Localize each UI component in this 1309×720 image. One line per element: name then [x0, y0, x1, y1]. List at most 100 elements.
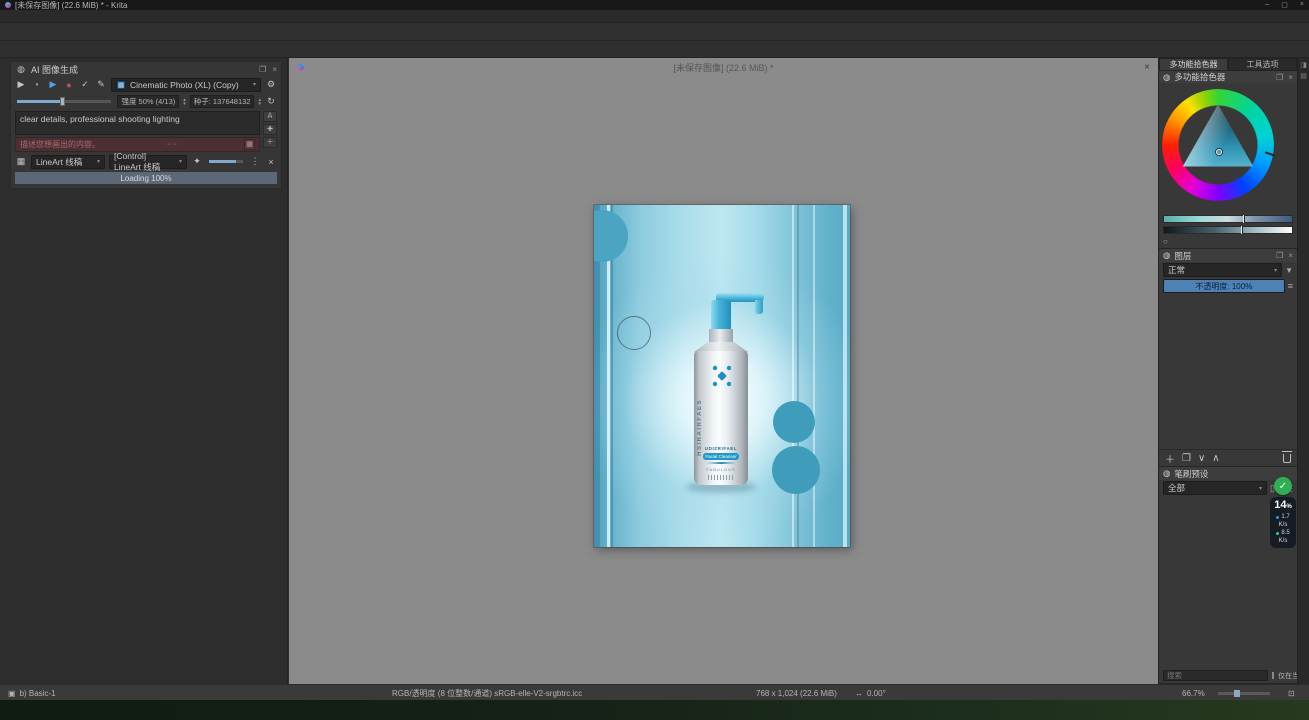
brush-search-input[interactable] — [1163, 670, 1268, 681]
current-brush-name: b) Basic-1 — [20, 689, 56, 698]
control-menu-icon[interactable]: ⋮ — [249, 156, 261, 167]
strength-spin[interactable]: ▴▾ — [183, 98, 186, 106]
strength-slider[interactable] — [17, 100, 111, 103]
close-icon[interactable]: × — [1300, 1, 1304, 9]
brush-docker-title: 笔刷预设 — [1174, 468, 1208, 480]
bottle-pump-spout — [755, 300, 763, 314]
product-bottle: HSIRAIRFAES UDIZRIFAEL Facial Cleanser F… — [594, 205, 850, 547]
lightness-gradient-slider[interactable] — [1163, 226, 1293, 234]
brush-tag-filter-combo[interactable]: 全部▾ — [1163, 481, 1267, 495]
add-layer-button[interactable]: ＋ — [1165, 451, 1175, 466]
add-control-layer-button[interactable]: ＋ — [263, 137, 277, 148]
zoom-level: 66.7% — [1182, 685, 1205, 701]
docker-edge-strip: ◨ ▤ — [1297, 58, 1309, 684]
bottle-neck — [709, 329, 733, 344]
document-tab-title: [未保存图像] (22.6 MiB) * — [289, 61, 1158, 74]
generate-menu-icon[interactable]: ▾ — [31, 82, 43, 88]
color-settings-icon[interactable]: ○ — [1159, 237, 1297, 248]
float-docker-icon[interactable]: ❐ — [1276, 251, 1283, 260]
krita-window: [未保存图像] (22.6 MiB) * - Krita – ▢ × ◍ AI … — [0, 0, 1309, 720]
canvas-angle: 0.00° — [867, 689, 886, 698]
apply-button[interactable]: ✓ — [79, 79, 91, 90]
layer-blend-mode-combo[interactable]: 正常▾ — [1163, 263, 1282, 277]
canvas-image[interactable]: HSIRAIRFAES UDIZRIFAEL Facial Cleanser F… — [594, 205, 850, 547]
layers-toolbar: ＋ ❐ ∨ ∧ — [1159, 449, 1297, 466]
ai-image-generation-docker: ◍ AI 图像生成 ❐ × ▶ ▾ ▶ ● ✓ ✎ ▦ Cinematic Ph… — [10, 61, 282, 189]
window-title: [未保存图像] (22.6 MiB) * - Krita — [15, 0, 127, 11]
menu-bar — [0, 10, 1309, 23]
strength-field[interactable]: 强度 50% (4/13) — [117, 95, 179, 108]
add-prompt-button[interactable]: ✚ — [263, 124, 277, 135]
translate-prompt-button[interactable]: Ａ — [263, 111, 277, 122]
upload-dot-icon — [1276, 516, 1279, 519]
layers-docker: ◍ 图层 ❐ × 正常▾ ▼ 不透明度: 100% — [1159, 249, 1297, 467]
layer-opacity-slider[interactable]: 不透明度: 100% — [1163, 279, 1285, 293]
negative-options-button[interactable]: ▦ — [244, 139, 255, 150]
tab-advanced-color-selector[interactable]: 多功能拾色器 — [1159, 58, 1228, 71]
docker-toggle-icon[interactable]: ◨ — [1300, 61, 1307, 69]
remove-control-icon[interactable]: × — [265, 157, 277, 167]
toolbox — [0, 41, 1309, 58]
move-layer-up-button[interactable]: ∧ — [1212, 453, 1219, 464]
ai-docker-icon: ◍ — [15, 64, 27, 75]
bottle-tagline: FABULOUS — [694, 467, 748, 472]
close-docker-icon[interactable]: × — [1288, 251, 1293, 260]
bottle-pump-cap — [711, 300, 731, 330]
upload-unit: K/s — [1279, 521, 1288, 529]
color-gradient-slider[interactable] — [1163, 215, 1293, 223]
canvas-only-mode-icon[interactable]: ⊡ — [1288, 685, 1295, 701]
security-shield-icon[interactable]: ✓ — [1274, 477, 1292, 495]
seed-spin[interactable]: ▴▾ — [258, 98, 261, 106]
record-button[interactable]: ● — [63, 80, 75, 90]
generate-button[interactable]: ▶ — [15, 79, 27, 90]
prompt-input[interactable]: clear details, professional shooting lig… — [15, 111, 260, 135]
bottle-fineprint — [708, 475, 734, 480]
window-titlebar: [未保存图像] (22.6 MiB) * - Krita – ▢ × — [0, 0, 1309, 10]
style-thumb-icon: ▦ — [116, 80, 126, 90]
control-type-combo[interactable]: LineArt 线稿▾ — [31, 155, 105, 169]
layer-options-menu-icon[interactable]: ≡ — [1288, 281, 1293, 291]
delete-layer-button[interactable] — [1283, 454, 1291, 463]
close-docker-icon[interactable]: × — [272, 65, 277, 74]
bottle-dots-logo — [710, 363, 734, 389]
style-combo[interactable]: ▦ Cinematic Photo (XL) (Copy) ▾ — [111, 78, 261, 92]
status-doc-icon: ▣ — [8, 689, 16, 698]
live-preview-button[interactable]: ▶ — [47, 79, 59, 90]
close-docker-icon[interactable]: × — [1288, 73, 1293, 82]
canvas-area[interactable]: [未保存图像] (22.6 MiB) * × HSIR — [289, 58, 1158, 684]
refine-button[interactable]: ✎ — [95, 79, 107, 90]
control-strength-icon: ✦ — [191, 156, 203, 167]
color-selector-handle[interactable] — [1216, 149, 1222, 155]
bottle-body: HSIRAIRFAES UDIZRIFAEL Facial Cleanser F… — [694, 351, 748, 485]
control-strength-slider[interactable] — [209, 160, 243, 163]
maximize-icon[interactable]: ▢ — [1281, 1, 1288, 9]
system-monitor-widget[interactable]: ✓ 14% 1.7 K/s 8.5 K/s — [1269, 477, 1297, 548]
docker-list-icon[interactable]: ▤ — [1300, 72, 1307, 80]
tab-tool-options[interactable]: 工具选项 — [1228, 58, 1297, 71]
bottle-subtitle: Facial Cleanser — [703, 453, 739, 460]
document-titlebar[interactable]: [未保存图像] (22.6 MiB) * × — [289, 58, 1158, 77]
move-layer-down-button[interactable]: ∨ — [1198, 453, 1205, 464]
randomize-seed-icon[interactable]: ↻ — [265, 96, 277, 107]
left-docker-area: ◍ AI 图像生成 ❐ × ▶ ▾ ▶ ● ✓ ✎ ▦ Cinematic Ph… — [0, 58, 288, 684]
float-docker-icon[interactable]: ❐ — [1276, 73, 1283, 82]
float-docker-icon[interactable]: ❐ — [259, 65, 266, 74]
docker-tabs: 多功能拾色器 工具选项 — [1159, 58, 1297, 71]
minimize-icon[interactable]: – — [1265, 1, 1269, 9]
duplicate-layer-button[interactable]: ❐ — [1182, 453, 1191, 464]
brush-docker-icon: ◍ — [1163, 468, 1170, 479]
generation-progress-bar: Loading 100% — [15, 172, 277, 184]
layer-filter-icon[interactable]: ▼ — [1285, 266, 1293, 275]
color-docker-icon: ◍ — [1163, 72, 1170, 83]
layers-docker-title: 图层 — [1174, 250, 1191, 262]
ai-settings-button[interactable]: ⚙ — [265, 79, 277, 90]
monitor-percent: 14 — [1274, 499, 1286, 511]
seed-field[interactable]: 种子: 137648132 — [190, 95, 255, 108]
image-dimensions: 768 x 1,024 (22.6 MiB) — [756, 685, 837, 701]
prompt-splitter-handle[interactable]: ≈ ≈ — [104, 141, 240, 148]
search-scope-checkbox[interactable] — [1272, 672, 1274, 679]
main-toolbar — [0, 23, 1309, 41]
control-layer-combo[interactable]: [Control] LineArt 线稿▾ — [109, 155, 187, 169]
color-profile-info: RGB/透明度 (8 位整数/通道) sRGB-elle-V2-srgbtrc.… — [392, 685, 582, 701]
zoom-slider[interactable] — [1218, 692, 1270, 695]
